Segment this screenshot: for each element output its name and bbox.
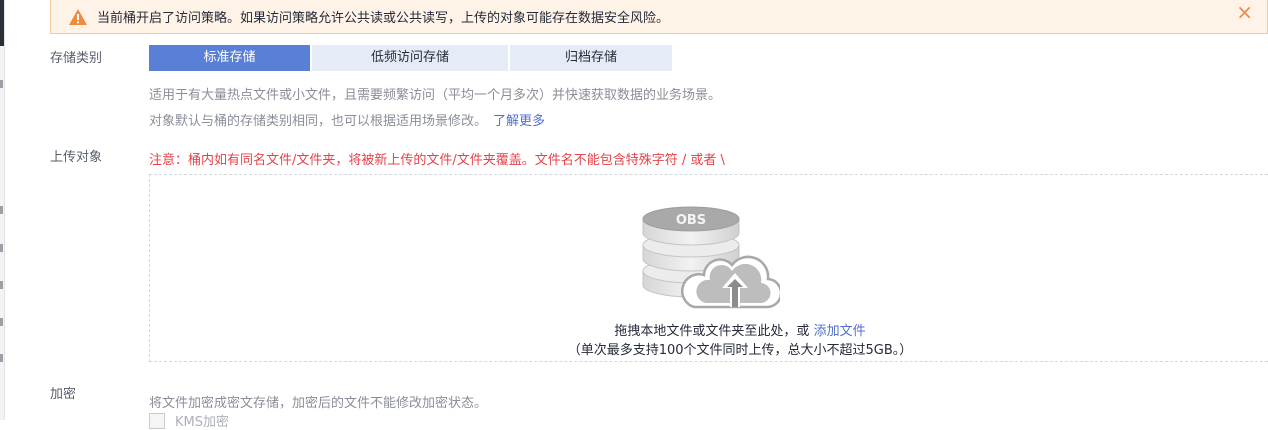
storage-class-label: 存储类别 <box>50 51 103 66</box>
encryption-description: 将文件加密成密文存储，加密后的文件不能修改加密状态。 <box>149 396 488 411</box>
obs-cloud-upload-icon: OBS <box>642 206 780 309</box>
kms-encryption-checkbox[interactable] <box>149 412 165 429</box>
close-icon[interactable]: × <box>1236 2 1253 22</box>
drop-instruction-text: 拖拽本地文件或文件夹至此处，或 <box>614 324 810 339</box>
tab-standard-storage[interactable]: 标准存储 <box>149 45 310 71</box>
storage-class-note-text: 对象默认与桶的存储类别相同，也可以根据适用场景修改。 <box>149 114 488 129</box>
left-edge-tick <box>0 206 3 214</box>
encryption-label: 加密 <box>50 387 77 402</box>
tab-infrequent-access-storage[interactable]: 低频访问存储 <box>312 45 508 71</box>
warning-icon <box>69 8 87 25</box>
left-edge-tick <box>0 244 3 252</box>
drop-instruction: 拖拽本地文件或文件夹至此处，或 添加文件 <box>150 320 1268 339</box>
upload-limit-note: （单次最多支持100个文件同时上传，总大小不超过5GB。） <box>567 343 913 358</box>
add-file-link[interactable]: 添加文件 <box>814 324 866 339</box>
left-edge-sidebar <box>0 0 5 420</box>
left-edge-tick <box>0 318 3 326</box>
tab-archive-storage[interactable]: 归档存储 <box>510 45 672 71</box>
left-edge-tick <box>0 354 3 362</box>
obs-label: OBS <box>676 213 706 228</box>
learn-more-link[interactable]: 了解更多 <box>493 114 545 129</box>
left-edge-dark-block <box>0 0 4 46</box>
left-edge-tick <box>0 281 3 289</box>
file-drop-zone[interactable]: OBS 拖拽本地文件或文件夹至此处，或 添加文件 （单次最多支持100个文件同时… <box>149 174 1268 362</box>
kms-encryption-label: KMS加密 <box>175 415 229 430</box>
storage-class-tabs: 标准存储 低频访问存储 归档存储 <box>149 45 674 71</box>
upload-object-label: 上传对象 <box>50 150 103 165</box>
alert-message: 当前桶开启了访问策略。如果访问策略允许公共读或公共读写，上传的对象可能存在数据安… <box>97 11 670 26</box>
security-warning-alert: 当前桶开启了访问策略。如果访问策略允许公共读或公共读写，上传的对象可能存在数据安… <box>50 0 1268 34</box>
left-edge-tick <box>0 80 3 88</box>
storage-class-note: 对象默认与桶的存储类别相同，也可以根据适用场景修改。 了解更多 <box>149 110 545 129</box>
overwrite-warning: 注意：桶内如有同名文件/文件夹，将被新上传的文件/文件夹覆盖。文件名不能包含特殊… <box>149 153 725 168</box>
storage-class-description: 适用于有大量热点文件或小文件，且需要频繁访问（平均一个月多次）并快速获取数据的业… <box>149 88 722 103</box>
kms-encryption-option[interactable]: KMS加密 <box>149 411 229 430</box>
